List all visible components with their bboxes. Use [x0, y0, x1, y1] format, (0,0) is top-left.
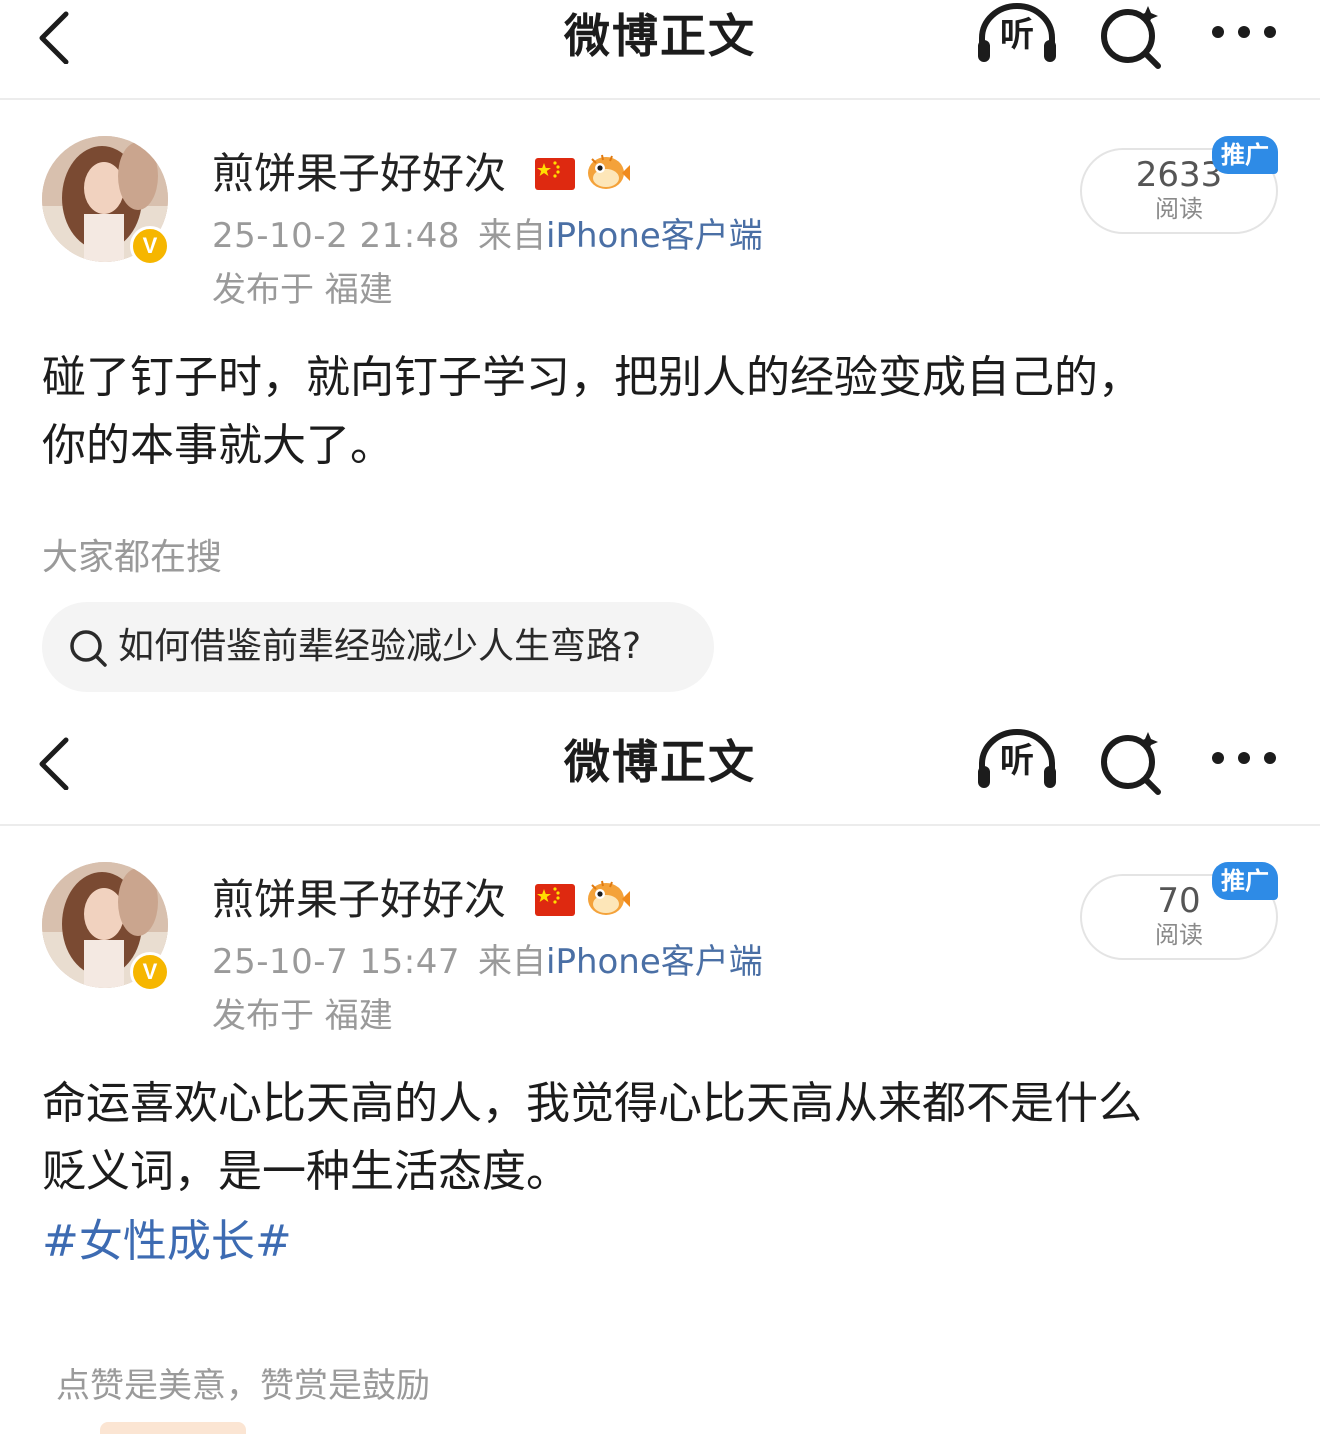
post-meta: 25-10-2 21:48 来自iPhone客户端	[212, 212, 763, 260]
weibo-post-screen-1: 微博正文 听 V 煎饼果子好好次 25-10-2 21:48 来自iPhone客…	[0, 0, 1320, 726]
reward-prompt: 点赞是美意，赞赏是鼓励	[56, 1366, 430, 1406]
verified-v-icon: V	[130, 226, 170, 266]
pufferfish-icon	[588, 880, 630, 915]
listen-label: 听	[1000, 15, 1034, 55]
post-time: 25-10-2 21:48	[212, 216, 460, 256]
listen-label: 听	[1000, 741, 1034, 781]
more-dots-icon[interactable]	[1208, 20, 1280, 44]
post-text-line-1: 碰了钉子时，就向钉子学习，把别人的经验变成自己的，	[42, 352, 1142, 403]
search-icon	[70, 630, 107, 667]
pufferfish-icon	[588, 154, 630, 189]
more-dots-icon[interactable]	[1208, 746, 1280, 770]
reads-label: 阅读	[1155, 921, 1203, 949]
reads-label: 阅读	[1155, 195, 1203, 223]
reward-image[interactable]	[100, 1422, 246, 1434]
source-label: 来自	[478, 942, 546, 982]
post-text-line-1: 命运喜欢心比天高的人，我觉得心比天高从来都不是什么	[42, 1078, 1142, 1129]
post-location: 发布于 福建	[212, 996, 393, 1036]
search-sparkle-icon[interactable]	[1096, 726, 1166, 796]
username[interactable]: 煎饼果子好好次	[212, 146, 506, 202]
page-title: 微博正文	[564, 9, 756, 63]
post-text-line-2: 贬义词，是一种生活态度。	[42, 1146, 570, 1197]
china-flag-icon	[535, 158, 575, 190]
hashtag-link[interactable]: #女性成长#	[42, 1212, 292, 1272]
source-label: 来自	[478, 216, 546, 256]
client-link[interactable]: iPhone客户端	[546, 942, 763, 982]
page-title: 微博正文	[564, 735, 756, 789]
chevron-left-icon[interactable]	[30, 8, 80, 64]
nav-bar: 微博正文 听	[0, 726, 1320, 826]
username[interactable]: 煎饼果子好好次	[212, 872, 506, 928]
verified-v-icon: V	[130, 952, 170, 992]
promo-badge: 推广	[1212, 862, 1278, 900]
post-text-line-2: 你的本事就大了。	[42, 420, 394, 471]
trending-search-pill[interactable]: 如何借鉴前辈经验减少人生弯路?	[42, 602, 714, 692]
search-sparkle-icon[interactable]	[1096, 0, 1166, 70]
post-meta: 25-10-7 15:47 来自iPhone客户端	[212, 938, 763, 986]
nav-bar: 微博正文 听	[0, 0, 1320, 100]
weibo-post-screen-2: 微博正文 听 V 煎饼果子好好次 25-10-7 15:47 来自iPhone客…	[0, 726, 1320, 1434]
client-link[interactable]: iPhone客户端	[546, 216, 763, 256]
chevron-left-icon[interactable]	[30, 734, 80, 790]
china-flag-icon	[535, 884, 575, 916]
post-location: 发布于 福建	[212, 270, 393, 310]
promo-badge: 推广	[1212, 136, 1278, 174]
trending-label: 大家都在搜	[42, 537, 223, 578]
trending-query: 如何借鉴前辈经验减少人生弯路?	[118, 626, 642, 667]
post-time: 25-10-7 15:47	[212, 942, 460, 982]
